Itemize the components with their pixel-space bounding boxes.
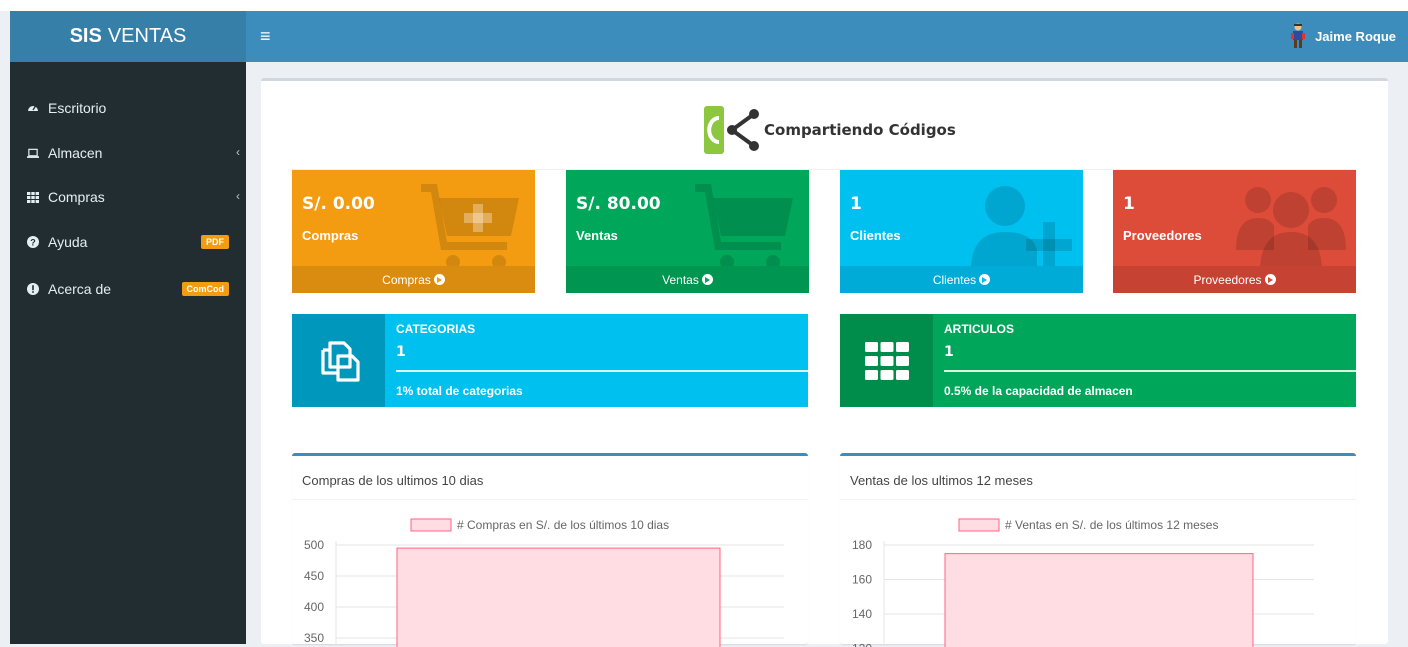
arrow-circle-right-icon (702, 274, 713, 285)
info-box-categorias: CATEGORIAS 1 1% total de categorias (292, 314, 808, 407)
chevron-left-icon: ‹ (236, 189, 240, 203)
small-box-ventas: S/. 80.00 Ventas Ventas (566, 170, 809, 293)
sidebar-toggle-button[interactable]: ≡ (260, 25, 271, 47)
info-box-number: 1 (396, 344, 406, 360)
files-icon (316, 340, 362, 382)
logo-light: VENTAS (108, 25, 187, 48)
sidebar-item-label: Compras (48, 189, 105, 205)
sidebar-item-label: Escritorio (48, 100, 106, 116)
y-tick-label: 450 (304, 569, 324, 583)
icon-area (292, 314, 385, 407)
y-tick-label: 160 (852, 573, 872, 587)
arrow-circle-right-icon (434, 274, 445, 285)
sidebar-item-escritorio[interactable]: Escritorio (10, 88, 246, 128)
proveedores-label: Proveedores (1123, 228, 1202, 243)
comcod-badge: ComCod (182, 282, 230, 296)
footer-label: Compras (382, 273, 431, 287)
brand-banner: Compartiendo Códigos (704, 104, 956, 156)
footer-label: Clientes (933, 273, 976, 287)
y-tick-label: 120 (852, 642, 872, 647)
arrow-circle-right-icon (1265, 274, 1276, 285)
users-icon (1236, 180, 1346, 270)
ventas-chart: # Ventas en S/. de los últimos 12 meses 1… (840, 516, 1356, 647)
panel-title: Ventas de los ultimos 12 meses (850, 473, 1033, 488)
sidebar: Escritorio Almacen ‹ Compras ‹ ? Ayuda P… (10, 62, 246, 644)
info-box-title: CATEGORIAS (396, 322, 475, 336)
panel-ventas: Ventas de los ultimos 12 meses # Ventas … (840, 453, 1356, 644)
footer-label: Ventas (662, 273, 699, 287)
cart-plus-icon (415, 180, 525, 270)
compras-label: Compras (302, 228, 358, 243)
exclamation-circle-icon (27, 283, 39, 295)
footer-label: Proveedores (1193, 273, 1261, 287)
panel-divider (840, 499, 1356, 500)
y-tick-label: 400 (304, 600, 324, 614)
arrow-circle-right-icon (979, 274, 990, 285)
chart-bar[interactable] (945, 554, 1253, 647)
compras-footer-link[interactable]: Compras (292, 266, 535, 293)
user-plus-icon (963, 180, 1073, 270)
sidebar-item-compras[interactable]: Compras ‹ (10, 177, 246, 217)
progress-bar (396, 370, 808, 372)
th-icon (865, 342, 909, 380)
icon-area (840, 314, 933, 407)
small-box-clientes: 1 Clientes Clientes (840, 170, 1083, 293)
dashboard-icon (27, 102, 39, 114)
info-box-number: 1 (944, 344, 954, 360)
sidebar-item-almacen[interactable]: Almacen ‹ (10, 133, 246, 173)
proveedores-value: 1 (1123, 194, 1135, 214)
small-box-compras: S/. 0.00 Compras Compras (292, 170, 535, 293)
info-box-description: 0.5% de la capacidad de almacen (944, 384, 1133, 398)
proveedores-footer-link[interactable]: Proveedores (1113, 266, 1356, 293)
panel-divider (292, 499, 808, 500)
panel-title: Compras de los ultimos 10 dias (302, 473, 483, 488)
y-tick-label: 350 (304, 631, 324, 645)
y-tick-label: 140 (852, 607, 872, 621)
chart-bar[interactable] (397, 548, 720, 647)
user-menu[interactable]: Jaime Roque (1289, 23, 1396, 49)
panel-compras: Compras de los ultimos 10 dias # Compras… (292, 453, 808, 644)
clientes-footer-link[interactable]: Clientes (840, 266, 1083, 293)
y-tick-label: 180 (852, 538, 872, 552)
small-box-proveedores: 1 Proveedores Proveedores (1113, 170, 1356, 293)
info-box-articulos: ARTICULOS 1 0.5% de la capacidad de alma… (840, 314, 1356, 407)
svg-text:?: ? (30, 237, 36, 247)
ventas-value: S/. 80.00 (576, 194, 661, 214)
clientes-label: Clientes (850, 228, 901, 243)
brand-text: Compartiendo Códigos (764, 121, 956, 139)
user-name: Jaime Roque (1315, 29, 1396, 44)
ventas-footer-link[interactable]: Ventas (566, 266, 809, 293)
th-icon (27, 191, 39, 203)
compras-chart: # Compras en S/. de los últimos 10 dias 5… (292, 516, 808, 647)
legend-swatch[interactable] (411, 519, 451, 531)
chevron-left-icon: ‹ (236, 145, 240, 159)
y-tick-label: 500 (304, 538, 324, 552)
hamburger-icon: ≡ (260, 26, 271, 46)
clientes-value: 1 (850, 194, 862, 214)
legend-swatch[interactable] (959, 519, 999, 531)
info-box-title: ARTICULOS (944, 322, 1014, 336)
sidebar-item-label: Almacen (48, 145, 102, 161)
compras-value: S/. 0.00 (302, 194, 375, 214)
user-avatar-icon (1289, 23, 1307, 49)
app-logo[interactable]: SIS VENTAS (10, 11, 246, 62)
share-logo-icon (704, 104, 760, 156)
top-navbar: ≡ Jaime Roque (246, 11, 1408, 62)
sidebar-item-label: Ayuda (48, 234, 87, 250)
laptop-icon (27, 147, 39, 159)
top-strip (0, 0, 1408, 11)
logo-bold: SIS (70, 25, 102, 48)
legend-label: # Ventas en S/. de los últimos 12 meses (1005, 518, 1218, 532)
progress-bar (944, 370, 1356, 372)
sidebar-item-label: Acerca de (48, 281, 111, 297)
pdf-badge: PDF (201, 235, 229, 249)
shopping-cart-icon (689, 180, 799, 270)
info-box-description: 1% total de categorias (396, 384, 523, 398)
question-circle-icon: ? (27, 236, 39, 248)
sidebar-item-acerca-de[interactable]: Acerca de ComCod (10, 269, 246, 309)
sidebar-item-ayuda[interactable]: ? Ayuda PDF (10, 222, 246, 262)
legend-label: # Compras en S/. de los últimos 10 dias (457, 518, 669, 532)
ventas-label: Ventas (576, 228, 618, 243)
